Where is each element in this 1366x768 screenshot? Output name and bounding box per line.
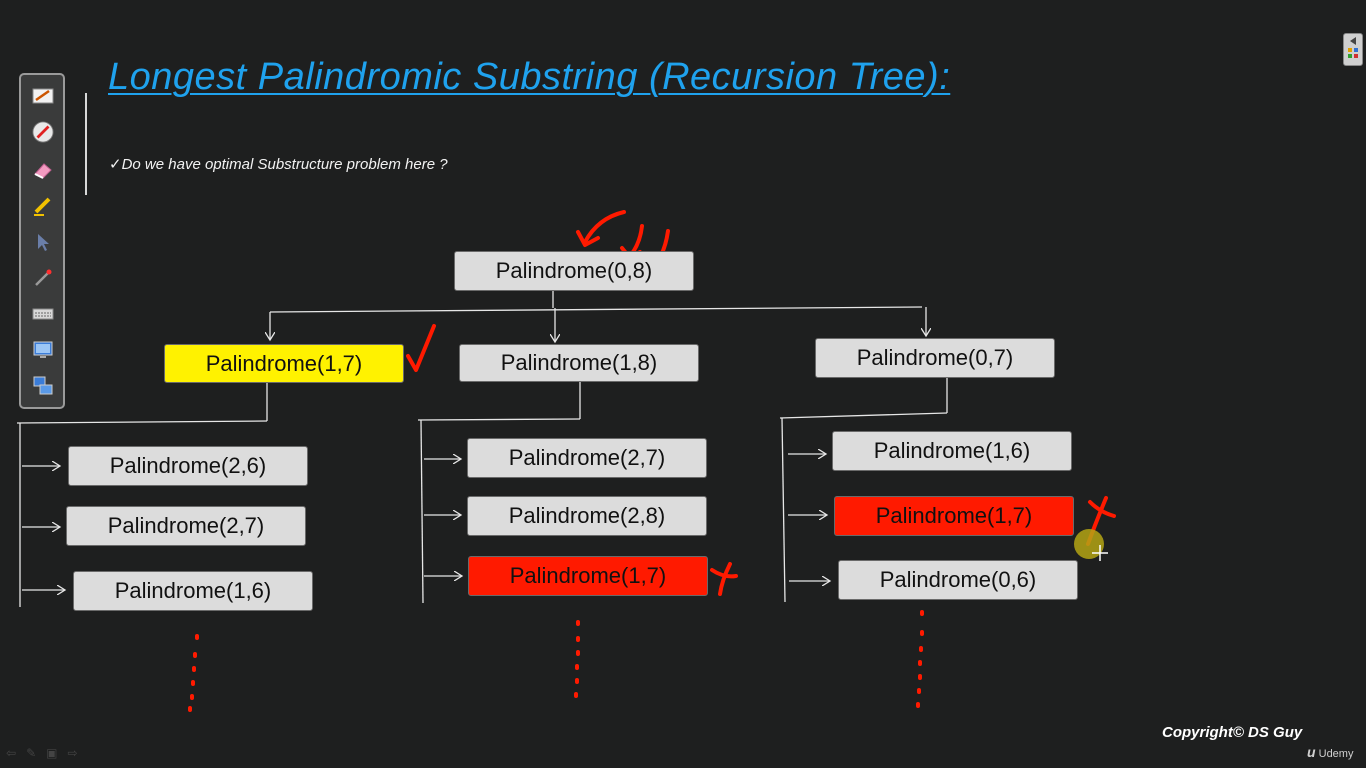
node-level1-right: Palindrome(0,7) bbox=[815, 338, 1055, 378]
forward-arrow-icon[interactable]: ⇨ bbox=[67, 746, 77, 760]
node-level1-middle: Palindrome(1,8) bbox=[459, 344, 699, 382]
highlighter-icon[interactable] bbox=[32, 195, 54, 217]
udemy-logo: u Udemy bbox=[1307, 744, 1353, 760]
tree-connectors bbox=[16, 210, 1116, 712]
udemy-brand-text: Udemy bbox=[1318, 748, 1354, 760]
copyright-text: Copyright© DS Guy bbox=[1162, 724, 1303, 741]
side-panel-handle[interactable] bbox=[1343, 33, 1363, 66]
screen-icon[interactable]: ▣ bbox=[46, 746, 57, 760]
ballpoint-pen-icon[interactable] bbox=[32, 121, 54, 143]
node-b3: Palindrome(1,7) bbox=[468, 556, 708, 596]
screen-icon[interactable] bbox=[32, 339, 54, 361]
laser-pointer-icon[interactable] bbox=[32, 267, 54, 289]
eraser-icon[interactable] bbox=[32, 159, 54, 181]
node-c2: Palindrome(1,7) bbox=[834, 496, 1074, 536]
node-c3: Palindrome(0,6) bbox=[838, 560, 1078, 600]
node-root: Palindrome(0,8) bbox=[454, 251, 694, 291]
node-a3: Palindrome(1,6) bbox=[73, 571, 313, 611]
back-arrow-icon[interactable]: ⇦ bbox=[6, 746, 16, 760]
pen-icon[interactable]: ✎ bbox=[26, 746, 36, 760]
node-b1: Palindrome(2,7) bbox=[467, 438, 707, 478]
slide-nav-controls: ⇦ ✎ ▣ ⇨ bbox=[6, 746, 78, 760]
pen-tool-icon[interactable] bbox=[32, 85, 54, 107]
pointer-arrow-icon[interactable] bbox=[32, 231, 54, 253]
node-c1: Palindrome(1,6) bbox=[832, 431, 1072, 471]
screen-switch-icon[interactable] bbox=[32, 375, 54, 397]
annotation-toolbar bbox=[19, 73, 65, 409]
udemy-u-icon: u bbox=[1307, 744, 1316, 760]
keyboard-icon[interactable] bbox=[32, 303, 54, 325]
node-a1: Palindrome(2,6) bbox=[68, 446, 308, 486]
node-a2: Palindrome(2,7) bbox=[66, 506, 306, 546]
node-b2: Palindrome(2,8) bbox=[467, 496, 707, 536]
node-level1-left: Palindrome(1,7) bbox=[164, 344, 404, 383]
